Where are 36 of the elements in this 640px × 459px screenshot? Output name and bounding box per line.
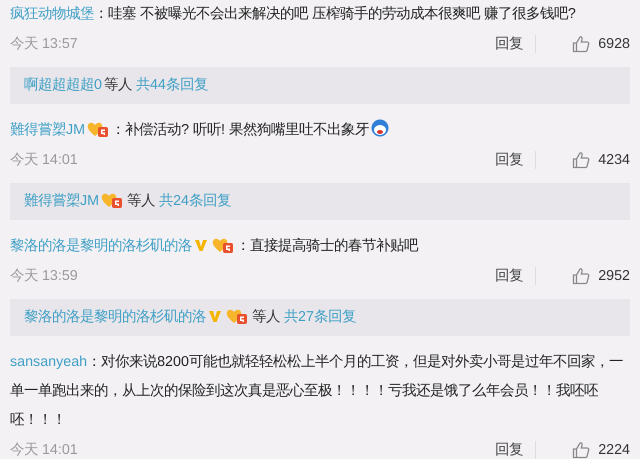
thumbs-up-icon[interactable] [572, 151, 590, 169]
username-link[interactable]: 黎洛的洛是黎明的洛杉矶的洛 [24, 309, 206, 325]
username-link[interactable]: 難得嘗槊JM [24, 193, 100, 209]
like-count: 6928 [598, 34, 630, 54]
like-count: 4234 [598, 150, 630, 170]
others-label: 等人 [252, 309, 280, 325]
username-link[interactable]: 難得嘗槊JM [10, 122, 86, 138]
username-link[interactable]: 疯狂动物城堡 [10, 6, 94, 22]
others-label: 等人 [104, 77, 132, 93]
reply-summary[interactable]: 啊超超超超0 等人 共44条回复 [10, 67, 630, 104]
like-count: 2952 [598, 266, 630, 286]
others-label: 等人 [127, 193, 156, 209]
like-count: 2224 [598, 440, 630, 459]
reply-button[interactable]: 回复 [495, 441, 536, 459]
reply-count-link[interactable]: 共44条回复 [136, 77, 208, 93]
thumbs-up-icon[interactable] [572, 267, 590, 285]
comment-text: 難得嘗槊JM ：补偿活动? 听听! 果然狗嘴里吐不出象牙 [10, 116, 624, 145]
reply-count-link[interactable]: 共27条回复 [284, 309, 356, 325]
thumbs-up-icon[interactable] [572, 441, 590, 459]
comment-text: 黎洛的洛是黎明的洛杉矶的洛 ：直接提高骑士的春节补贴吧 [10, 236, 420, 256]
comment-time: 今天 14:01 [10, 440, 79, 459]
reply-button[interactable]: 回复 [495, 35, 536, 53]
username-link[interactable]: 黎洛的洛是黎明的洛杉矶的洛 [10, 238, 192, 254]
reply-button[interactable]: 回复 [495, 267, 536, 285]
username-link[interactable]: sansanyeah [10, 354, 88, 370]
username-link[interactable]: 啊超超超超0 [24, 77, 102, 93]
comment-time: 今天 13:57 [10, 34, 79, 54]
thumbs-up-icon[interactable] [572, 35, 590, 53]
reply-count-link[interactable]: 共24条回复 [159, 193, 231, 209]
comment-time: 今天 13:59 [10, 266, 79, 286]
reply-button[interactable]: 回复 [495, 151, 536, 169]
comment-time: 今天 14:01 [10, 150, 79, 170]
reply-summary[interactable]: 黎洛的洛是黎明的洛杉矶的洛 等人 共27条回复 [10, 299, 630, 336]
reply-summary[interactable]: 難得嘗槊JM 等人 共24条回复 [10, 183, 630, 220]
comment-text: 疯狂动物城堡：哇塞 不被曝光不会出来解决的吧 压榨骑手的劳动成本很爽吧 赚了很多钱吧? [10, 4, 577, 24]
comment-text: sansanyeah：对你来说8200可能也就轻轻松松上半个月的工资，但是对外卖小哥是过年不回家，一单一单跑出来的，从上次的保险到这次真是恶心至极！！！！亏我还是饿了么年会员！！我呸呸呸！！！ [10, 352, 624, 430]
